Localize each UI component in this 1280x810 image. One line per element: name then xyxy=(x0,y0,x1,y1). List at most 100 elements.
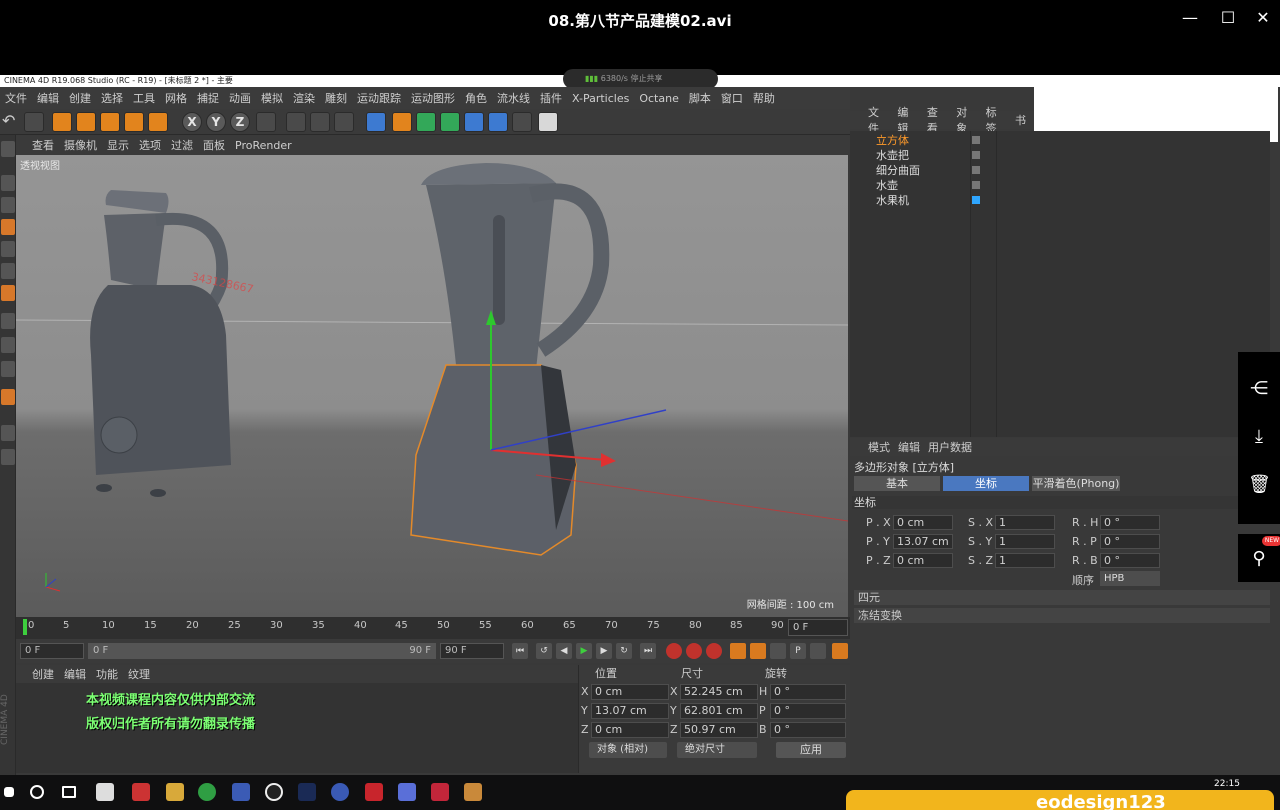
record-keyframe-icon[interactable] xyxy=(666,643,682,659)
file-explorer-icon[interactable] xyxy=(166,783,184,801)
scale-key-icon[interactable] xyxy=(750,643,766,659)
rotation-key-icon[interactable] xyxy=(770,643,786,659)
redo-icon[interactable] xyxy=(24,112,44,132)
attr-position-z[interactable]: 0 cm xyxy=(893,553,953,568)
attr-position-y[interactable]: 13.07 cm xyxy=(893,534,953,549)
select-tool-icon[interactable] xyxy=(52,112,72,132)
preview-range-slider[interactable]: 0 F 90 F xyxy=(88,643,436,659)
menu-create[interactable]: 创建 xyxy=(64,90,96,106)
quaternion-group[interactable]: 四元 xyxy=(854,590,1270,605)
app-icon[interactable] xyxy=(132,783,150,801)
app-icon[interactable] xyxy=(431,783,449,801)
attr-position-x[interactable]: 0 cm xyxy=(893,515,953,530)
workplane-icon[interactable] xyxy=(1,361,15,377)
visibility-flag-icon[interactable] xyxy=(972,151,980,159)
attribute-menu-edit[interactable]: 编辑 xyxy=(898,439,920,455)
keyframe-selection-icon[interactable] xyxy=(706,643,722,659)
photoshop-icon[interactable] xyxy=(298,783,316,801)
attr-scale-x[interactable]: 1 xyxy=(995,515,1055,530)
make-editable-icon[interactable] xyxy=(1,141,15,157)
tab-phong[interactable]: 平滑着色(Phong) xyxy=(1032,476,1120,491)
app-icon[interactable] xyxy=(398,783,416,801)
netease-music-icon[interactable] xyxy=(365,783,383,801)
end-frame-field[interactable]: 90 F xyxy=(440,643,504,659)
tab-basic[interactable]: 基本 xyxy=(854,476,940,491)
object-row-kettle[interactable]: 水壶 xyxy=(850,178,1270,193)
menu-xparticles[interactable]: X-Particles xyxy=(567,92,634,105)
y-axis-lock-icon[interactable]: Y xyxy=(206,112,226,132)
attribute-menu-mode[interactable]: 模式 xyxy=(868,439,890,455)
menu-plugins[interactable]: 插件 xyxy=(535,90,567,106)
texture-mode-icon[interactable] xyxy=(1,197,15,213)
download-icon[interactable]: ⤓ xyxy=(1248,426,1270,448)
material-menu-edit[interactable]: 编辑 xyxy=(64,666,86,682)
cinema4d-icon[interactable] xyxy=(331,783,349,801)
layer-color-icon[interactable] xyxy=(972,196,980,204)
repeat-icon[interactable]: ↻ xyxy=(616,643,632,659)
step-back-icon[interactable]: ◀ xyxy=(556,643,572,659)
light-icon[interactable] xyxy=(538,112,558,132)
close-icon[interactable]: ✕ xyxy=(1248,6,1278,30)
undo-icon[interactable]: ↶ xyxy=(2,112,22,132)
visibility-flag-icon[interactable] xyxy=(972,181,980,189)
ad-banner[interactable]: eodesign123 xyxy=(846,790,1274,810)
attr-rotation-p[interactable]: 0 ° xyxy=(1100,534,1160,549)
material-menu-create[interactable]: 创建 xyxy=(32,666,54,682)
menu-simulate[interactable]: 模拟 xyxy=(256,90,288,106)
maximize-icon[interactable]: ☐ xyxy=(1213,6,1243,30)
minimize-icon[interactable]: — xyxy=(1175,6,1205,30)
live-select-icon[interactable] xyxy=(148,112,168,132)
chrome-icon[interactable] xyxy=(198,783,216,801)
autokey-icon[interactable] xyxy=(686,643,702,659)
menu-pipeline[interactable]: 流水线 xyxy=(492,90,535,106)
start-icon[interactable] xyxy=(4,787,14,797)
pen-spline-icon[interactable] xyxy=(392,112,412,132)
menu-mesh[interactable]: 网格 xyxy=(160,90,192,106)
rotation-p-field[interactable]: 0 ° xyxy=(770,703,846,719)
object-row-juicer[interactable]: 水果机 xyxy=(850,193,1270,208)
snap-icon[interactable] xyxy=(1,337,15,353)
points-mode-icon[interactable] xyxy=(1,219,15,235)
tab-coord[interactable]: 坐标 xyxy=(943,476,1029,491)
menu-snap[interactable]: 捕捉 xyxy=(192,90,224,106)
position-z-field[interactable]: 0 cm xyxy=(591,722,669,738)
parameter-key-icon[interactable]: P xyxy=(790,643,806,659)
object-menu-bookmarks[interactable]: 书 xyxy=(1015,112,1026,128)
app-icon[interactable] xyxy=(96,783,114,801)
go-to-end-icon[interactable]: ⏭ xyxy=(640,643,656,659)
attribute-menu-userdata[interactable]: 用户数据 xyxy=(928,439,972,455)
attr-scale-y[interactable]: 1 xyxy=(995,534,1055,549)
task-view-icon[interactable] xyxy=(62,786,76,798)
position-key-icon[interactable] xyxy=(730,643,746,659)
menu-window[interactable]: 窗口 xyxy=(716,90,748,106)
polygons-mode-icon[interactable] xyxy=(1,263,15,279)
solo-icon[interactable] xyxy=(1,425,15,441)
menu-tools[interactable]: 工具 xyxy=(128,90,160,106)
xpresso-icon[interactable] xyxy=(1,449,15,465)
render-picture-viewer-icon[interactable] xyxy=(310,112,330,132)
material-menu-function[interactable]: 功能 xyxy=(96,666,118,682)
subdivision-surface-icon[interactable] xyxy=(416,112,436,132)
playhead[interactable] xyxy=(23,619,27,635)
timeline-ruler[interactable]: 0 5 10 15 20 25 30 35 40 45 50 55 60 65 … xyxy=(16,617,850,639)
start-frame-field[interactable]: 0 F xyxy=(20,643,84,659)
deformer-icon[interactable] xyxy=(464,112,484,132)
menu-octane[interactable]: Octane xyxy=(634,92,684,105)
tweak-mode-icon[interactable] xyxy=(1,313,15,329)
object-row-cube[interactable]: 立方体 xyxy=(850,133,1270,148)
menu-mograph[interactable]: 运动图形 xyxy=(406,90,460,106)
material-menu-texture[interactable]: 纹理 xyxy=(128,666,150,682)
menu-render[interactable]: 渲染 xyxy=(288,90,320,106)
viewport-menu-display[interactable]: 显示 xyxy=(107,137,129,153)
rotation-b-field[interactable]: 0 ° xyxy=(770,722,846,738)
menu-select[interactable]: 选择 xyxy=(96,90,128,106)
viewport-menu-cameras[interactable]: 摄像机 xyxy=(64,137,97,153)
menu-animate[interactable]: 动画 xyxy=(224,90,256,106)
size-z-field[interactable]: 50.97 cm xyxy=(680,722,758,738)
model-mode-icon[interactable] xyxy=(1,175,15,191)
object-row-handle[interactable]: 水壶把 xyxy=(850,148,1270,163)
scale-tool-icon[interactable] xyxy=(100,112,120,132)
loop-icon[interactable]: ↺ xyxy=(536,643,552,659)
viewport-menu-filter[interactable]: 过滤 xyxy=(171,137,193,153)
viewport-menu-prorender[interactable]: ProRender xyxy=(235,139,292,152)
